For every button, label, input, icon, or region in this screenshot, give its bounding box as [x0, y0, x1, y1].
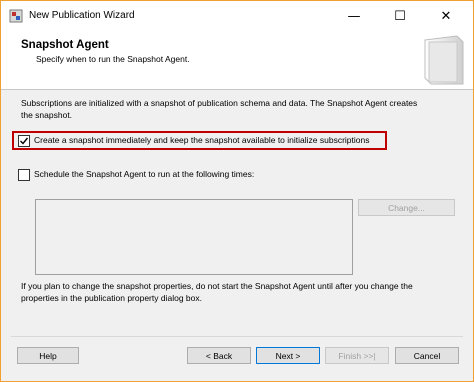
maximize-icon[interactable]: ☐: [383, 1, 417, 31]
intro-text-line2: the snapshot.: [21, 110, 73, 120]
next-button[interactable]: Next >: [256, 347, 320, 364]
checkmark-icon: [20, 137, 29, 145]
help-button[interactable]: Help: [17, 347, 79, 364]
back-button[interactable]: < Back: [187, 347, 251, 364]
intro-text-line1: Subscriptions are initialized with a sna…: [21, 98, 418, 108]
finish-button[interactable]: Finish >>|: [325, 347, 389, 364]
cancel-button[interactable]: Cancel: [395, 347, 459, 364]
header-graphic: [424, 35, 464, 85]
page-subtitle: Specify when to run the Snapshot Agent.: [36, 54, 190, 64]
window-title: New Publication Wizard: [29, 10, 135, 21]
schedule-agent-label[interactable]: Schedule the Snapshot Agent to run at th…: [34, 168, 254, 180]
app-icon: [9, 9, 23, 23]
page-title: Snapshot Agent: [21, 39, 109, 51]
note-text-line1: If you plan to change the snapshot prope…: [21, 281, 413, 291]
schedule-agent-checkbox[interactable]: [18, 169, 30, 181]
title-bar[interactable]: New Publication Wizard — ☐ ✕: [1, 1, 473, 31]
minimize-icon[interactable]: —: [337, 1, 371, 31]
footer-separator: [11, 336, 463, 337]
note-text-line2: properties in the publication property d…: [21, 293, 202, 303]
wizard-window: New Publication Wizard — ☐ ✕ Snapshot Ag…: [0, 0, 474, 382]
change-button[interactable]: Change...: [358, 199, 455, 216]
wizard-header: Snapshot Agent Specify when to run the S…: [1, 31, 473, 90]
close-icon[interactable]: ✕: [429, 1, 463, 31]
schedule-description-box: [35, 199, 353, 275]
immediate-snapshot-label[interactable]: Create a snapshot immediately and keep t…: [34, 134, 369, 146]
immediate-snapshot-checkbox[interactable]: [18, 135, 30, 147]
